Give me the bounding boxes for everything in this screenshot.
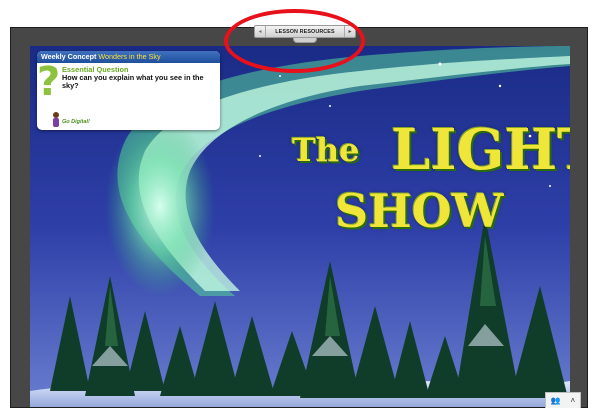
essential-question-text: How can you explain what you see in the … <box>62 73 204 90</box>
chevron-up-icon[interactable]: ˄ <box>570 396 575 405</box>
student-avatar-icon <box>53 112 59 127</box>
card-header: Weekly Concept Wonders in the Sky <box>37 51 220 63</box>
people-icon[interactable]: 👥 <box>551 396 561 405</box>
question-mark-icon: ? <box>37 59 61 105</box>
concept-name: Wonders in the Sky <box>98 52 161 61</box>
corner-toolbar[interactable]: 👥 ˄ <box>545 392 581 408</box>
weekly-concept-card[interactable]: Weekly Concept Wonders in the Sky ? Esse… <box>37 51 220 130</box>
highlight-circle <box>224 9 365 73</box>
title-word-show: SHOW <box>335 184 504 238</box>
go-digital-link[interactable]: Go Digital! <box>62 119 90 125</box>
title-word-light: LIGHT <box>391 117 570 183</box>
title-word-the: The <box>292 131 360 169</box>
